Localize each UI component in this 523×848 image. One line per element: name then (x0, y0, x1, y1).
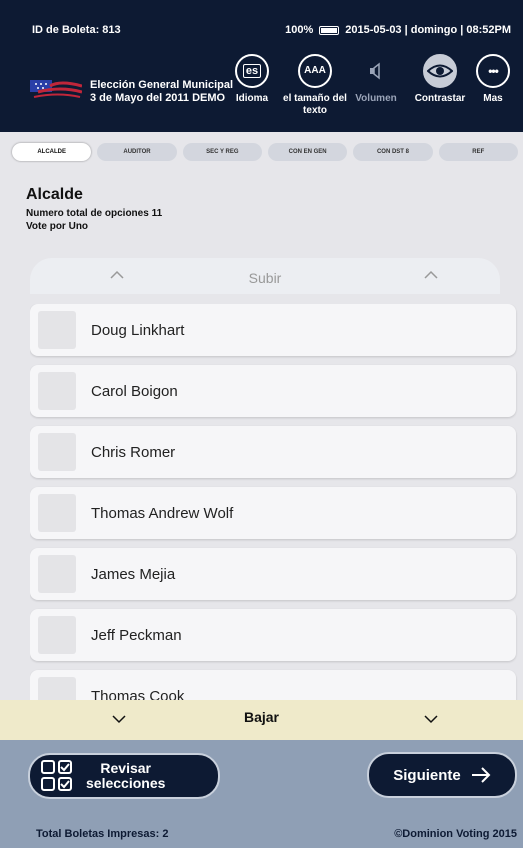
candidate-row[interactable]: Chris Romer (30, 426, 516, 478)
candidate-row[interactable]: Doug Linkhart (30, 304, 516, 356)
vote-for: Vote por Uno (26, 221, 89, 232)
contest-info: Alcalde Numero total de opciones 11 Vote… (26, 186, 162, 233)
arrow-right-icon (471, 767, 491, 783)
tab-ref[interactable]: REF (438, 143, 518, 161)
status-right: 100% 2015-05-03 | domingo | 08:52PM (285, 24, 511, 36)
volume-icon (359, 54, 393, 88)
candidate-name: James Mejia (91, 565, 176, 583)
ballot-id: ID de Boleta: 813 (32, 24, 121, 36)
chevron-up-icon (424, 270, 438, 279)
footer: Revisar selecciones Siguiente Total Bole… (0, 740, 523, 848)
candidate-checkbox[interactable] (38, 616, 76, 654)
candidate-checkbox[interactable] (38, 372, 76, 410)
text-size-button[interactable]: AAA el tamaño del texto (283, 54, 347, 117)
candidate-name: Jeff Peckman (91, 626, 182, 644)
header: Elección General Municipal 3 de Mayo del… (0, 46, 523, 132)
candidate-checkbox[interactable] (38, 433, 76, 471)
battery-icon (319, 25, 340, 35)
candidate-row[interactable]: Jeff Peckman (30, 609, 516, 661)
next-button[interactable]: Siguiente (367, 752, 517, 798)
scroll-down-label: Bajar (243, 709, 280, 725)
datetime: 2015-05-03 | domingo | 08:52PM (345, 24, 511, 36)
status-bar: ID de Boleta: 813 100% 2015-05-03 | domi… (0, 0, 523, 46)
review-label: Revisar selecciones (86, 760, 166, 791)
review-selections-button[interactable]: Revisar selecciones (28, 753, 220, 799)
more-button[interactable]: ••• Mas (461, 54, 523, 105)
candidate-checkbox[interactable] (38, 311, 76, 349)
candidate-name: Thomas Andrew Wolf (91, 504, 234, 522)
candidate-name: Carol Boigon (91, 382, 178, 400)
contest-title: Alcalde (26, 186, 83, 203)
tab-auditor[interactable]: AUDITOR (97, 143, 177, 161)
next-label: Siguiente (393, 766, 461, 784)
candidate-checkbox[interactable] (38, 555, 76, 593)
scroll-up-button[interactable]: Subir (30, 258, 500, 294)
text-size-icon: AAA (298, 54, 332, 88)
chevron-down-icon (424, 715, 438, 724)
candidate-list: Doug Linkhart Carol Boigon Chris Romer T… (30, 304, 518, 704)
tab-alcalde[interactable]: ALCALDE (12, 143, 92, 161)
more-icon: ••• (476, 54, 510, 88)
contrast-eye-icon (423, 54, 457, 88)
scroll-down-button[interactable]: Bajar (0, 700, 523, 740)
election-logo-icon (30, 76, 82, 102)
contest-tabs: ALCALDE AUDITOR SEC Y REG CON EN GEN CON… (12, 143, 518, 163)
total-options: Numero total de opciones 11 (26, 208, 163, 219)
tab-con-dst-8[interactable]: CON DST 8 (353, 143, 433, 161)
candidate-row[interactable]: Thomas Cook (30, 670, 516, 704)
review-grid-icon (41, 760, 72, 791)
language-icon: es (235, 54, 269, 88)
candidate-checkbox[interactable] (38, 494, 76, 532)
battery-percent: 100% (285, 24, 314, 36)
candidate-name: Chris Romer (91, 443, 176, 461)
candidate-row[interactable]: Carol Boigon (30, 365, 516, 417)
candidate-name: Doug Linkhart (91, 321, 185, 339)
total-printed: Total Boletas Impresas: 2 (36, 828, 169, 840)
tab-sec-y-reg[interactable]: SEC Y REG (182, 143, 262, 161)
election-title: Elección General Municipal 3 de Mayo del… (90, 79, 234, 104)
copyright: ©Dominion Voting 2015 (394, 828, 517, 840)
language-button[interactable]: es Idioma (220, 54, 284, 105)
volume-button[interactable]: Volumen (344, 54, 408, 105)
candidate-row[interactable]: James Mejia (30, 548, 516, 600)
tab-con-en-gen[interactable]: CON EN GEN (267, 143, 348, 161)
candidate-row[interactable]: Thomas Andrew Wolf (30, 487, 516, 539)
